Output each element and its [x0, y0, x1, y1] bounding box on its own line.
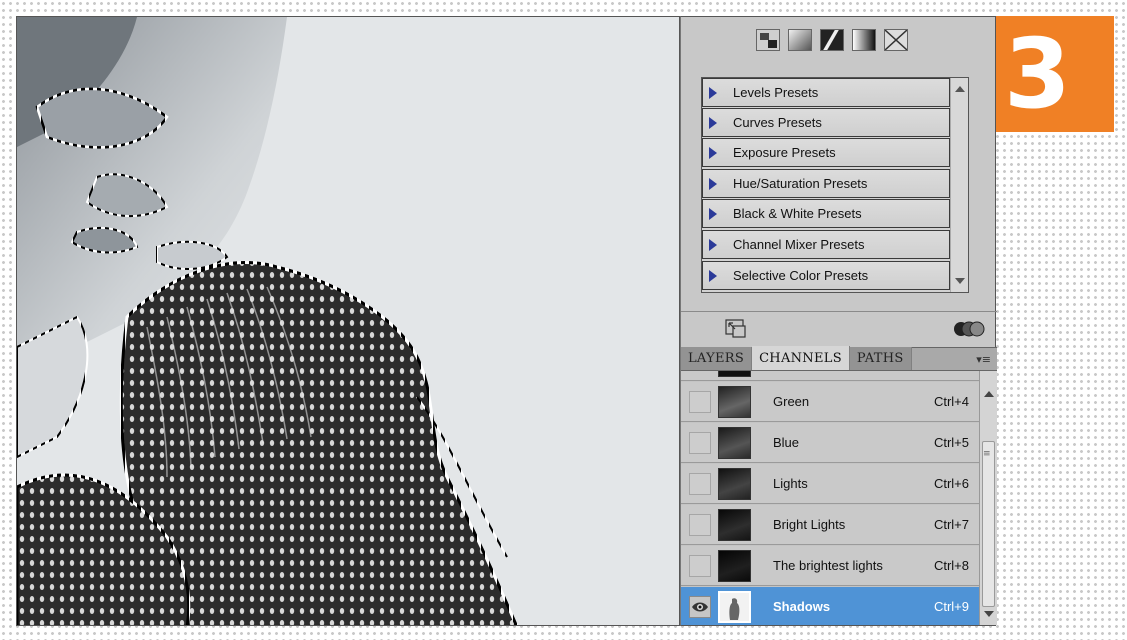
visibility-toggle[interactable]	[689, 473, 711, 495]
channel-thumbnail	[718, 371, 751, 377]
channel-name: Bright Lights	[773, 517, 846, 532]
channel-row-brightest-lights[interactable]: The brightest lights Ctrl+8	[681, 546, 979, 586]
document-canvas[interactable]	[16, 16, 680, 626]
preset-label: Levels Presets	[733, 85, 819, 100]
adjustment-icons-row	[681, 17, 997, 63]
tab-channels[interactable]: CHANNELS	[752, 346, 850, 370]
preset-black-white[interactable]: Black & White Presets	[702, 199, 950, 228]
scroll-up-icon[interactable]	[984, 391, 994, 397]
preset-label: Curves Presets	[733, 115, 822, 130]
scroll-thumb[interactable]	[982, 441, 995, 607]
scroll-down-icon[interactable]	[955, 278, 965, 284]
scroll-down-icon[interactable]	[984, 611, 994, 617]
black-white-gradient-icon[interactable]	[852, 29, 876, 51]
step-number-badge: 3	[996, 16, 1114, 132]
threshold-icon[interactable]	[820, 29, 844, 51]
channel-thumbnail	[718, 386, 751, 418]
panel-tabs: LAYERS CHANNELS PATHS ▾≡	[681, 346, 997, 371]
presets-scrollbar[interactable]	[950, 78, 968, 292]
channel-row-shadows[interactable]: Shadows Ctrl+9	[681, 587, 979, 625]
invert-icon[interactable]	[884, 29, 908, 51]
preset-exposure[interactable]: Exposure Presets	[702, 138, 950, 167]
panel-menu-icon[interactable]: ▾≡	[976, 353, 991, 366]
preset-channel-mixer[interactable]: Channel Mixer Presets	[702, 230, 950, 259]
expand-triangle-icon[interactable]	[709, 146, 723, 160]
tab-layers[interactable]: LAYERS	[681, 347, 753, 370]
channel-thumbnail	[718, 591, 751, 623]
channel-shortcut: Ctrl+7	[933, 517, 969, 532]
channel-name: Shadows	[773, 599, 831, 614]
expand-triangle-icon[interactable]	[709, 116, 723, 130]
grip-icon: ≡	[983, 449, 991, 459]
preset-label: Hue/Saturation Presets	[733, 176, 868, 191]
overlapping-circles-icon[interactable]	[953, 320, 987, 338]
preset-selective-color[interactable]: Selective Color Presets	[702, 261, 950, 290]
channels-scrollbar[interactable]: ≡	[979, 371, 997, 625]
expand-view-icon[interactable]	[725, 319, 747, 339]
channel-row-partial[interactable]	[681, 371, 979, 381]
visibility-toggle[interactable]	[689, 596, 711, 618]
channel-shortcut: Ctrl+4	[933, 394, 969, 409]
eye-icon	[692, 602, 708, 612]
preset-levels[interactable]: Levels Presets	[702, 78, 950, 107]
channel-shortcut: Ctrl+9	[933, 599, 969, 614]
channel-name: The brightest lights	[773, 558, 883, 573]
channel-name: Lights	[773, 476, 808, 491]
visibility-toggle[interactable]	[689, 432, 711, 454]
channel-thumbnail	[718, 550, 751, 582]
gradient-map-icon[interactable]	[788, 29, 812, 51]
scroll-up-icon[interactable]	[955, 86, 965, 92]
channel-mixer-icon[interactable]	[756, 29, 780, 51]
visibility-toggle[interactable]	[689, 514, 711, 536]
channel-shortcut: Ctrl+5	[933, 435, 969, 450]
visibility-toggle[interactable]	[689, 391, 711, 413]
preset-label: Channel Mixer Presets	[733, 237, 865, 252]
channel-shortcut: Ctrl+6	[933, 476, 969, 491]
channel-thumbnail	[718, 509, 751, 541]
tab-paths[interactable]: PATHS	[849, 347, 912, 370]
preset-curves[interactable]: Curves Presets	[702, 108, 950, 137]
expand-triangle-icon[interactable]	[709, 86, 723, 100]
channel-row-bright-lights[interactable]: Bright Lights Ctrl+7	[681, 505, 979, 545]
expand-triangle-icon[interactable]	[709, 238, 723, 252]
channel-thumbnail	[718, 427, 751, 459]
adjustments-footer	[681, 311, 997, 347]
adjustments-channels-panel: Levels Presets Curves Presets Exposure P…	[680, 16, 997, 626]
preset-label: Exposure Presets	[733, 145, 836, 160]
channel-row-green[interactable]: Green Ctrl+4	[681, 382, 979, 422]
channels-list: Green Ctrl+4 Blue Ctrl+5 Lights Ctrl+6 B…	[681, 371, 979, 625]
inverted-portrait-image	[17, 17, 518, 625]
channel-name: Green	[773, 394, 810, 409]
channel-thumbnail	[718, 468, 751, 500]
channel-shortcut: Ctrl+8	[933, 558, 969, 573]
channel-row-lights[interactable]: Lights Ctrl+6	[681, 464, 979, 504]
presets-list: Levels Presets Curves Presets Exposure P…	[701, 77, 969, 293]
channel-row-blue[interactable]: Blue Ctrl+5	[681, 423, 979, 463]
preset-hue-saturation[interactable]: Hue/Saturation Presets	[702, 169, 950, 198]
expand-triangle-icon[interactable]	[709, 207, 723, 221]
preset-label: Black & White Presets	[733, 206, 862, 221]
expand-triangle-icon[interactable]	[709, 177, 723, 191]
preset-label: Selective Color Presets	[733, 268, 869, 283]
visibility-toggle[interactable]	[689, 555, 711, 577]
expand-triangle-icon[interactable]	[709, 269, 723, 283]
channel-name: Blue	[773, 435, 800, 450]
